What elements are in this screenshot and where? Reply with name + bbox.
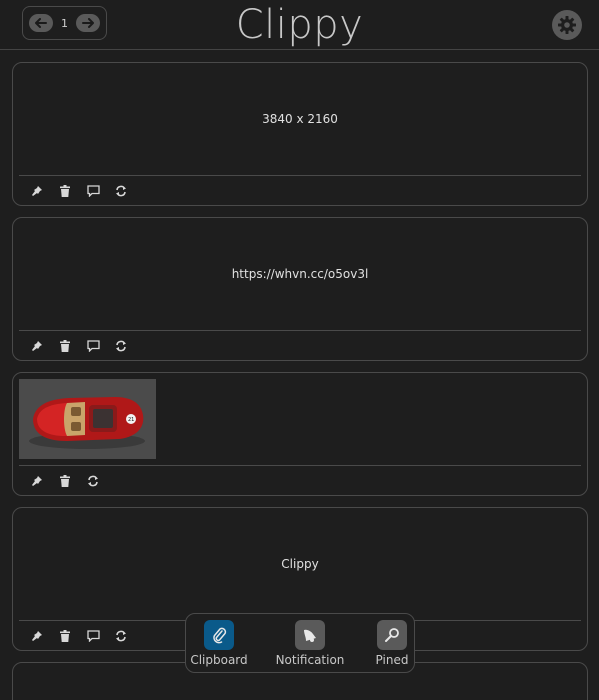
app-header: 1 Clippy (0, 0, 599, 50)
sync-button[interactable] (107, 626, 135, 646)
gear-icon (558, 16, 576, 34)
app-title: Clippy (235, 2, 364, 48)
nav-notification[interactable]: Notification (270, 620, 350, 667)
divider (19, 330, 581, 331)
clip-text: 3840 x 2160 (262, 112, 338, 126)
pin-icon (32, 631, 42, 641)
divider (19, 175, 581, 176)
delete-button[interactable] (51, 336, 79, 356)
clip-actions (23, 626, 135, 646)
comment-button[interactable] (79, 626, 107, 646)
nav-pined[interactable]: Pined (352, 620, 432, 667)
delete-button[interactable] (51, 471, 79, 491)
nav-clipboard[interactable]: Clipboard (179, 620, 259, 667)
pin-button[interactable] (23, 181, 51, 201)
svg-text:21: 21 (128, 417, 134, 423)
pin-button[interactable] (23, 471, 51, 491)
clip-actions (23, 336, 135, 356)
delete-button[interactable] (51, 181, 79, 201)
sync-icon (88, 475, 98, 487)
trash-icon (60, 340, 70, 352)
clip-card-image[interactable]: 21 (12, 372, 588, 496)
clip-actions (23, 181, 135, 201)
bell-icon (304, 629, 316, 642)
clip-image-thumbnail[interactable]: 21 (19, 379, 156, 459)
trash-icon (60, 630, 70, 642)
pin-icon (32, 341, 42, 351)
comment-button[interactable] (79, 336, 107, 356)
sync-icon (116, 340, 126, 352)
trash-icon (60, 185, 70, 197)
pin-icon (32, 186, 42, 196)
pin-button[interactable] (23, 626, 51, 646)
settings-button[interactable] (552, 10, 582, 40)
car-image: 21 (19, 379, 156, 459)
pin-button[interactable] (23, 336, 51, 356)
nav-icon-box (295, 620, 325, 650)
clip-card[interactable]: https://whvn.cc/o5ov3l (12, 217, 588, 361)
delete-button[interactable] (51, 626, 79, 646)
bottom-nav: Clipboard Notification Pined (185, 613, 415, 673)
clip-card[interactable]: 3840 x 2160 (12, 62, 588, 206)
clip-text: https://whvn.cc/o5ov3l (231, 267, 369, 281)
sync-icon (116, 185, 126, 197)
clip-text: Clippy (281, 557, 319, 571)
nav-label: Clipboard (190, 653, 248, 667)
sync-icon (116, 630, 126, 642)
nav-icon-box (204, 620, 234, 650)
pin-icon (32, 476, 42, 486)
nav-icon-box (377, 620, 407, 650)
paperclip-icon (213, 627, 227, 644)
nav-label: Pined (375, 653, 409, 667)
sync-button[interactable] (79, 471, 107, 491)
clip-actions (23, 471, 107, 491)
pin-icon (385, 628, 399, 642)
trash-icon (60, 475, 70, 487)
comment-icon (86, 630, 100, 642)
nav-label: Notification (275, 653, 345, 667)
sync-button[interactable] (107, 181, 135, 201)
comment-icon (86, 185, 100, 197)
comment-icon (86, 340, 100, 352)
comment-button[interactable] (79, 181, 107, 201)
divider (19, 465, 581, 466)
sync-button[interactable] (107, 336, 135, 356)
